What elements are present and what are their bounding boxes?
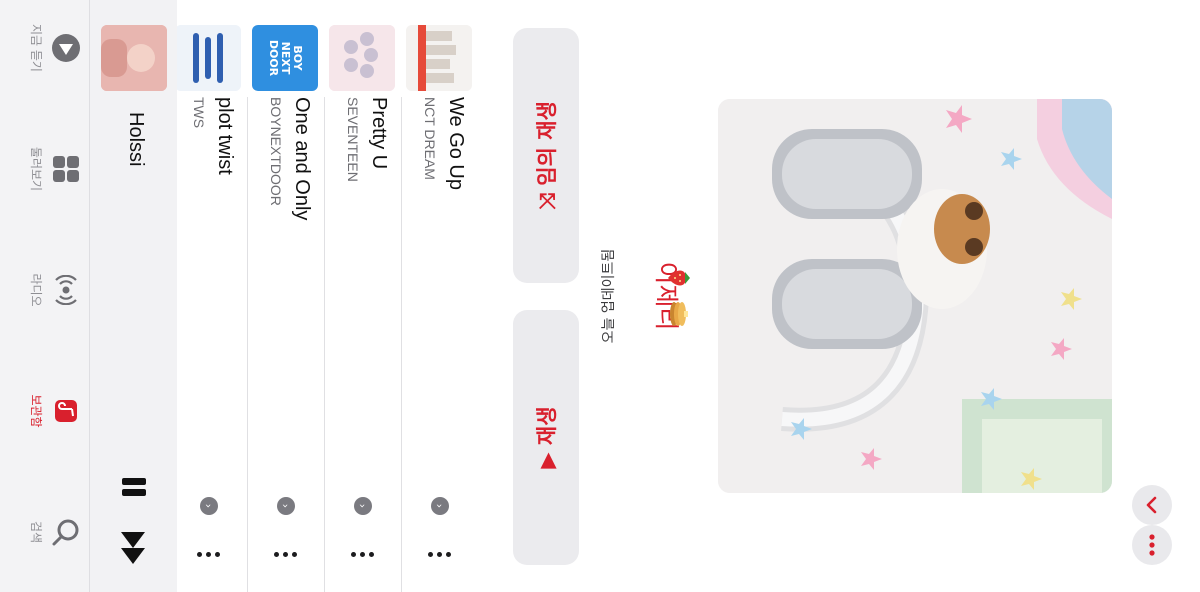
chevron-right-icon[interactable]: › [354,497,372,515]
pancake-icon [666,300,694,328]
tab-label: 라디오 [29,273,43,307]
track-row[interactable]: plot twist TWS › [170,0,246,592]
track-title: One and Only [291,97,313,221]
track-artwork [175,25,241,91]
track-artwork [329,25,395,91]
grid-icon [53,156,79,182]
more-button[interactable] [1132,525,1172,565]
track-more-button[interactable] [425,540,453,570]
chevron-right-icon[interactable]: › [431,497,449,515]
mini-player[interactable]: Holssi [90,0,177,592]
forward-button[interactable] [1132,485,1172,525]
track-title: We Go Up [445,97,467,190]
play-button[interactable]: ▶ 재생 [513,310,579,565]
strawberry-icon [666,264,694,292]
airpods-photo-image [718,99,1112,493]
track-title: Pretty U [368,97,390,170]
track-more-button[interactable] [271,540,299,570]
forward-icon [121,532,145,564]
tab-library[interactable]: 보관함 [1,363,81,459]
radio-icon [55,275,77,305]
chevron-right-icon[interactable]: › [200,497,218,515]
tab-radio[interactable]: 라디오 [1,242,81,338]
playlist-subtitle: 오늘 업데이트됨 [601,248,617,344]
track-title: plot twist [214,97,236,175]
chevron-right-icon [1146,496,1157,514]
album-art-text: BOY NEXT DOOR [267,39,304,77]
next-track-button[interactable] [113,528,153,568]
tab-bar: 지금 듣기 둘러보기 라디오 보관함 검색 [0,0,90,592]
track-artwork [406,25,472,91]
track-artwork: BOY NEXT DOOR [252,25,318,91]
tab-label: 지금 듣기 [29,24,43,72]
mini-player-artwork [101,25,167,91]
chevron-right-icon[interactable]: › [277,497,295,515]
tab-label: 검색 [29,520,43,544]
shuffle-button[interactable]: ⤨ 임의 재생 [513,28,579,283]
track-more-button[interactable] [348,540,376,570]
mini-player-title: Holssi [125,112,147,167]
tab-search[interactable]: 검색 [1,484,81,580]
pause-icon [122,478,146,496]
tab-label: 보관함 [29,394,43,428]
track-row[interactable]: We Go Up NCT DREAM › [401,0,477,592]
search-icon [52,519,79,546]
track-artist: BOYNEXTDOOR [268,97,284,206]
track-list: We Go Up NCT DREAM › Pretty U SEVENTEEN … [169,0,477,592]
library-icon [55,400,77,422]
playlist-artwork [718,99,1112,493]
ellipsis-icon [1149,534,1155,556]
track-row[interactable]: Pretty U SEVENTEEN › [324,0,400,592]
track-row[interactable]: BOY NEXT DOOR One and Only BOYNEXTDOOR › [247,0,323,592]
playlist-title: 이제리 [652,261,681,331]
tab-listen-now[interactable]: 지금 듣기 [1,0,81,96]
pause-button[interactable] [117,470,151,504]
app-screen: 이제리 🍓🥞 오늘 업데이트됨 ▶ 재생 ⤨ 임의 재생 We Go Up NC… [0,0,1200,592]
play-circle-icon [52,34,80,62]
track-more-button[interactable] [194,540,222,570]
tab-label: 둘러보기 [29,146,43,192]
track-artist: NCT DREAM [422,97,438,180]
track-artist: SEVENTEEN [345,97,361,182]
track-artist: TWS [191,97,207,129]
tab-browse[interactable]: 둘러보기 [1,121,81,217]
